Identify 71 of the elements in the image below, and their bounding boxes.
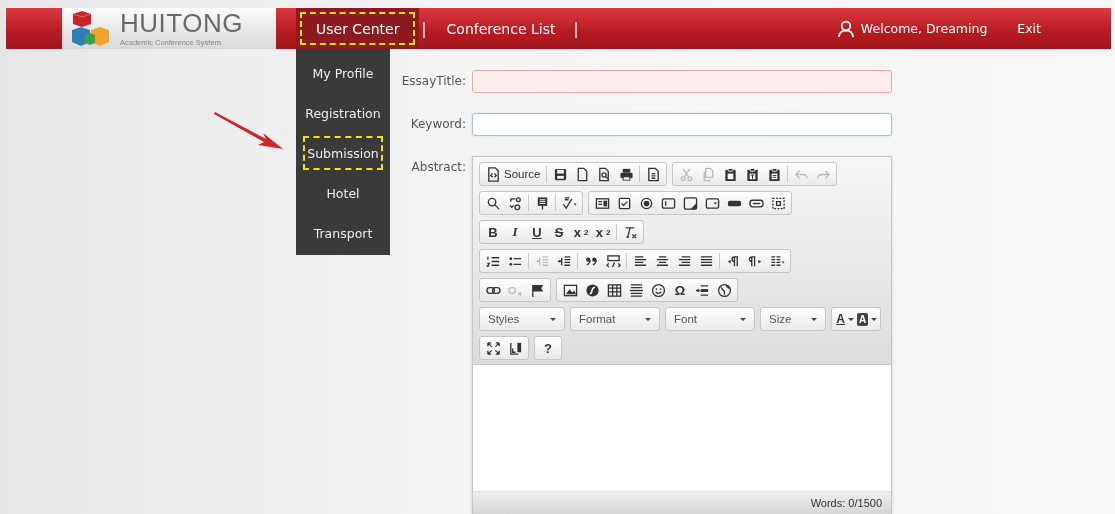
nav-tab[interactable]: User Center	[296, 8, 420, 49]
clipboard-icon	[722, 166, 738, 182]
pointer-arrow	[214, 111, 284, 151]
field-label: Abstract:	[410, 159, 466, 176]
flash-icon	[584, 282, 600, 298]
align-center-icon	[654, 253, 670, 269]
dropdown[interactable]: Format	[573, 310, 657, 328]
menu-item[interactable]: Transport	[300, 213, 386, 253]
dropdown[interactable]: Font	[668, 310, 752, 328]
source-button[interactable]: Source	[482, 165, 545, 183]
nav-tab[interactable]: Conference List	[430, 8, 572, 49]
source-icon	[486, 166, 501, 182]
menu-item[interactable]: Submission	[300, 133, 386, 173]
right-to-left-icon	[747, 253, 763, 269]
language-icon	[769, 253, 785, 269]
template-icon	[645, 166, 661, 182]
field-label: Keyword:	[409, 116, 466, 133]
horizontal-rule-icon	[628, 282, 644, 298]
menu-item[interactable]: My Profile	[300, 53, 386, 93]
strikethrough-button[interactable]: S	[548, 223, 570, 241]
italic-button[interactable]: I	[504, 223, 526, 241]
underline-button[interactable]: U	[526, 223, 548, 241]
expand-icon	[485, 340, 501, 356]
preview-icon	[596, 166, 612, 182]
bold-button[interactable]: B	[482, 223, 504, 241]
image-icon	[562, 282, 578, 298]
checkbox-icon	[616, 195, 632, 211]
flag-icon	[529, 282, 545, 298]
align-justify-icon	[698, 253, 714, 269]
globe-icon	[716, 282, 732, 298]
align-right-icon	[676, 253, 692, 269]
cubes-logo-icon	[70, 8, 112, 49]
dropdown[interactable]: Size	[763, 310, 823, 328]
clipboard-icon	[744, 166, 760, 182]
user-icon	[836, 19, 855, 38]
align-left-icon	[632, 253, 648, 269]
outdent-icon	[534, 253, 550, 269]
format-button[interactable]: ?	[537, 339, 559, 357]
search-icon	[485, 195, 501, 211]
logo-title: HUITONG	[120, 10, 243, 36]
word-count: Words: 0/1500	[810, 497, 882, 509]
menu-item[interactable]: Hotel	[300, 173, 386, 213]
text-area-icon	[682, 195, 698, 211]
indent-icon	[556, 253, 572, 269]
table-icon	[606, 282, 622, 298]
text-field-icon	[660, 195, 676, 211]
div-icon	[605, 253, 621, 269]
field-label: EssayTitle:	[400, 73, 466, 90]
background-color-button[interactable]: A	[856, 310, 879, 328]
format-button[interactable]: Ω	[669, 281, 691, 299]
text-color-button[interactable]: A	[834, 310, 856, 328]
clipboard-icon	[766, 166, 782, 182]
radio-icon	[638, 195, 654, 211]
text-input-field[interactable]	[472, 70, 892, 93]
welcome-text: Welcome, Dreaming	[860, 21, 988, 36]
dropdown[interactable]: Styles	[482, 310, 562, 328]
dropdown-field-icon	[704, 195, 720, 211]
scissors-icon	[678, 166, 694, 182]
exit-link[interactable]: Exit	[1017, 21, 1041, 36]
text-input-field[interactable]	[472, 113, 892, 136]
spellcheck-icon	[561, 195, 577, 211]
left-to-right-icon	[725, 253, 741, 269]
printer-icon	[618, 166, 634, 182]
page-break-icon	[694, 282, 710, 298]
replace-icon	[507, 195, 523, 211]
menu-item[interactable]: Registration	[300, 93, 386, 133]
nav-separator: |	[421, 19, 427, 38]
format-button[interactable]: x$^{2}$	[592, 223, 614, 241]
smiley-icon	[650, 282, 666, 298]
nav-separator: |	[573, 19, 579, 38]
form-icon	[594, 195, 610, 211]
